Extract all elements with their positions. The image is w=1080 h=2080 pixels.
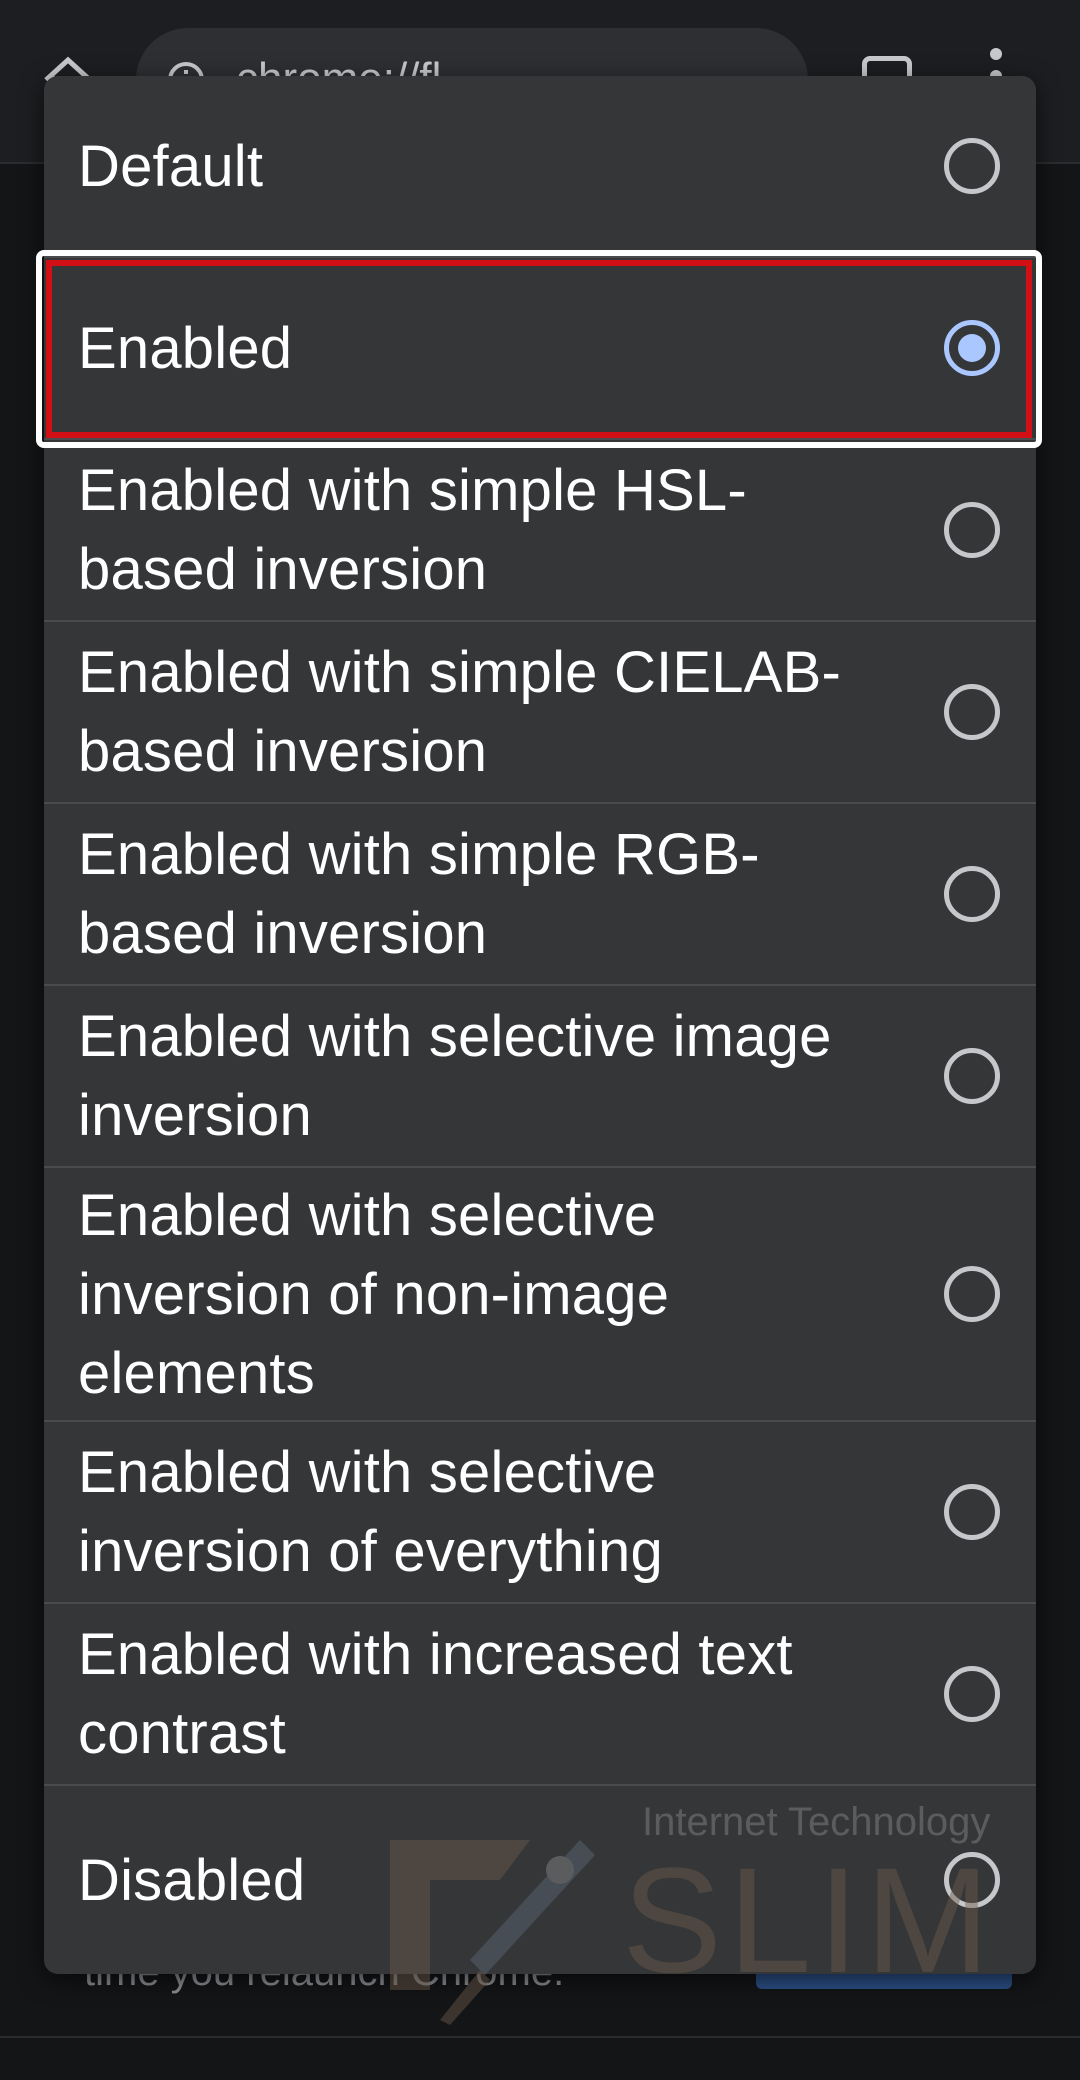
option-label: Enabled with selective image inversion bbox=[78, 1004, 832, 1148]
option-label: Enabled with selective inversion of non-… bbox=[78, 1182, 670, 1406]
option-increased-text-contrast[interactable]: Enabled with increased text contrast bbox=[44, 1604, 1036, 1786]
radio-button[interactable] bbox=[944, 1484, 1000, 1540]
radio-button[interactable] bbox=[944, 1852, 1000, 1908]
option-enabled[interactable]: Enabled bbox=[44, 258, 1036, 440]
option-label: Enabled with increased text contrast bbox=[78, 1622, 793, 1766]
option-selective-image-inversion[interactable]: Enabled with selective image inversion bbox=[44, 986, 1036, 1168]
divider bbox=[0, 2036, 1080, 2038]
option-disabled[interactable]: Disabled bbox=[44, 1786, 1036, 1974]
option-hsl-inversion[interactable]: Enabled with simple HSL-based inversion bbox=[44, 440, 1036, 622]
radio-button[interactable] bbox=[944, 138, 1000, 194]
option-rgb-inversion[interactable]: Enabled with simple RGB-based inversion bbox=[44, 804, 1036, 986]
option-label: Enabled bbox=[78, 315, 293, 381]
flag-options-dialog: Default Enabled Enabled with simple HSL-… bbox=[44, 76, 1036, 1974]
option-cielab-inversion[interactable]: Enabled with simple CIELAB-based inversi… bbox=[44, 622, 1036, 804]
option-label: Default bbox=[78, 133, 264, 199]
radio-button[interactable] bbox=[944, 866, 1000, 922]
radio-button-selected[interactable] bbox=[944, 320, 1000, 376]
radio-button[interactable] bbox=[944, 684, 1000, 740]
option-label: Enabled with simple HSL-based inversion bbox=[78, 458, 747, 602]
option-selective-everything-inversion[interactable]: Enabled with selective inversion of ever… bbox=[44, 1422, 1036, 1604]
option-label: Disabled bbox=[78, 1847, 306, 1913]
radio-button[interactable] bbox=[944, 1266, 1000, 1322]
option-label: Enabled with simple RGB-based inversion bbox=[78, 822, 760, 966]
radio-button[interactable] bbox=[944, 1666, 1000, 1722]
radio-button[interactable] bbox=[944, 502, 1000, 558]
option-selective-non-image-inversion[interactable]: Enabled with selective inversion of non-… bbox=[44, 1168, 1036, 1422]
option-default[interactable]: Default bbox=[44, 76, 1036, 258]
option-label: Enabled with simple CIELAB-based inversi… bbox=[78, 640, 841, 784]
radio-button[interactable] bbox=[944, 1048, 1000, 1104]
option-label: Enabled with selective inversion of ever… bbox=[78, 1440, 663, 1584]
